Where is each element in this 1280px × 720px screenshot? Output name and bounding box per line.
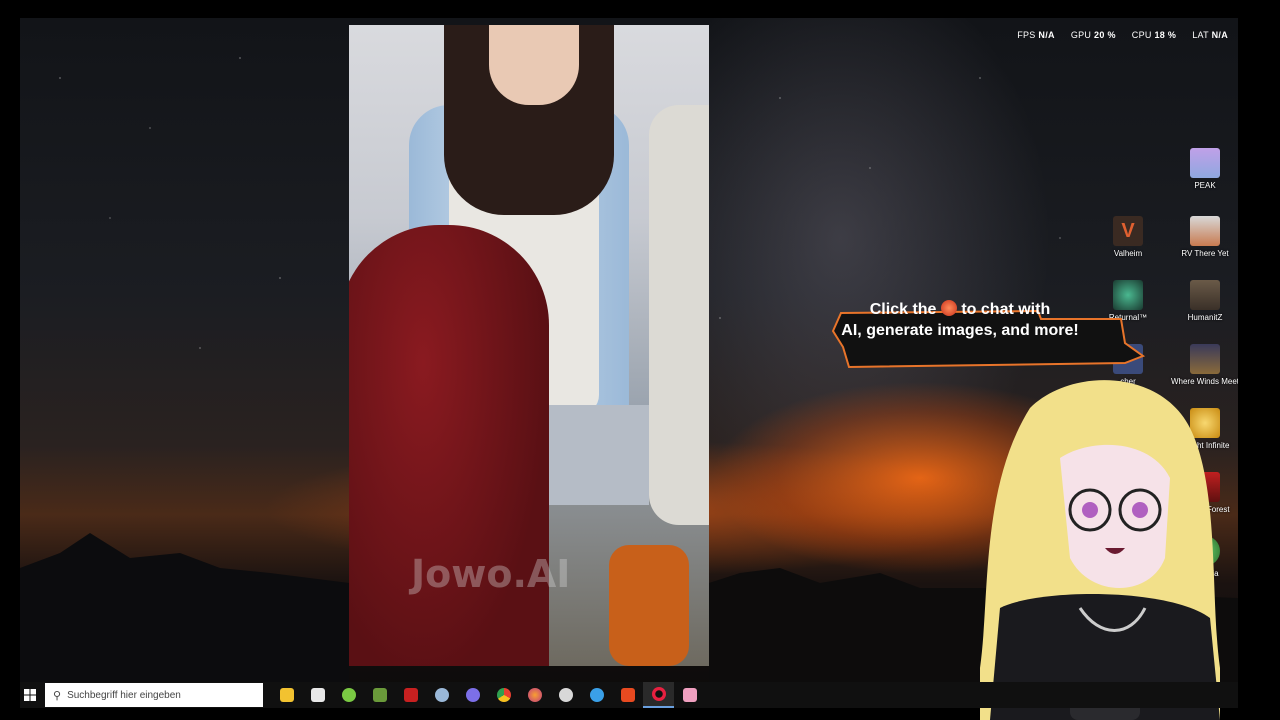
taskbar-store[interactable] (302, 682, 333, 708)
taskbar-media[interactable] (395, 682, 426, 708)
desktop-icon-humanitz[interactable]: HumanitZ (1170, 280, 1238, 322)
heart-app-icon (682, 688, 697, 702)
file-explorer-icon (279, 688, 294, 702)
chat-orb-icon (940, 300, 957, 316)
performance-overlay: FPS N/A GPU 20 % CPU 18 % LAT N/A (1017, 30, 1228, 40)
desktop-icon-rv-there-yet[interactable]: RV There Yet (1170, 216, 1238, 258)
screen-frame: FPS N/A GPU 20 % CPU 18 % LAT N/A Jowo.A… (0, 0, 1280, 720)
tooltip-text: Click the to chat with AI, generate imag… (841, 300, 1079, 339)
desktop-icon-valheim[interactable]: V Valheim (1093, 216, 1163, 258)
steam-icon (434, 688, 449, 702)
video-foreground-red (349, 225, 549, 666)
rv-there-yet-icon (1190, 216, 1220, 246)
taskbar-speedometer[interactable] (550, 682, 581, 708)
video-figure-skirt (539, 405, 649, 505)
taskbar-opera[interactable] (643, 682, 674, 708)
brave-icon (620, 688, 635, 702)
speedometer-icon (558, 688, 573, 702)
stat-cpu: CPU 18 % (1131, 30, 1177, 40)
search-placeholder: Suchbegriff hier eingeben (67, 689, 181, 701)
video-watermark: Jowo.AI (411, 552, 571, 596)
video-player[interactable]: Jowo.AI (349, 25, 709, 666)
taskbar-chrome[interactable] (488, 682, 519, 708)
taskbar-discord[interactable] (457, 682, 488, 708)
taskbar-brave[interactable] (612, 682, 643, 708)
ai-chat-tooltip[interactable]: Click the to chat with AI, generate imag… (813, 293, 1146, 369)
stat-lat: LAT N/A (1192, 30, 1228, 40)
valheim-icon: V (1113, 216, 1143, 246)
peak-icon (1190, 148, 1220, 178)
taskbar-app[interactable] (581, 682, 612, 708)
taskbar-android[interactable] (333, 682, 364, 708)
chrome-icon (496, 688, 511, 702)
taskbar-search-box[interactable]: ⚲ Suchbegriff hier eingeben (45, 683, 263, 707)
search-icon: ⚲ (53, 689, 62, 702)
video-person-right (649, 105, 709, 525)
vtuber-avatar (980, 380, 1220, 720)
android-icon (341, 688, 356, 702)
humanitz-icon (1190, 280, 1220, 310)
firefox-icon (527, 688, 542, 702)
taskbar-heart-app[interactable] (674, 682, 705, 708)
taskbar-steam[interactable] (426, 682, 457, 708)
app-icon (589, 688, 604, 702)
taskbar-file-explorer[interactable] (271, 682, 302, 708)
stat-fps: FPS N/A (1017, 30, 1055, 40)
discord-icon (465, 688, 480, 702)
taskbar-firefox[interactable] (519, 682, 550, 708)
minecraft-icon (372, 688, 387, 702)
taskbar-apps (271, 682, 705, 708)
taskbar-minecraft[interactable] (364, 682, 395, 708)
video-figure-face (489, 25, 579, 105)
desktop-icon-peak[interactable]: PEAK (1170, 148, 1238, 190)
media-icon (403, 688, 418, 702)
store-icon (310, 688, 325, 702)
stat-gpu: GPU 20 % (1070, 30, 1116, 40)
start-button[interactable] (20, 682, 40, 708)
opera-icon (651, 687, 666, 701)
video-orange-cloth (609, 545, 689, 666)
windows-logo-icon (24, 689, 36, 701)
taskbar: ⚲ Suchbegriff hier eingeben (20, 682, 1238, 708)
